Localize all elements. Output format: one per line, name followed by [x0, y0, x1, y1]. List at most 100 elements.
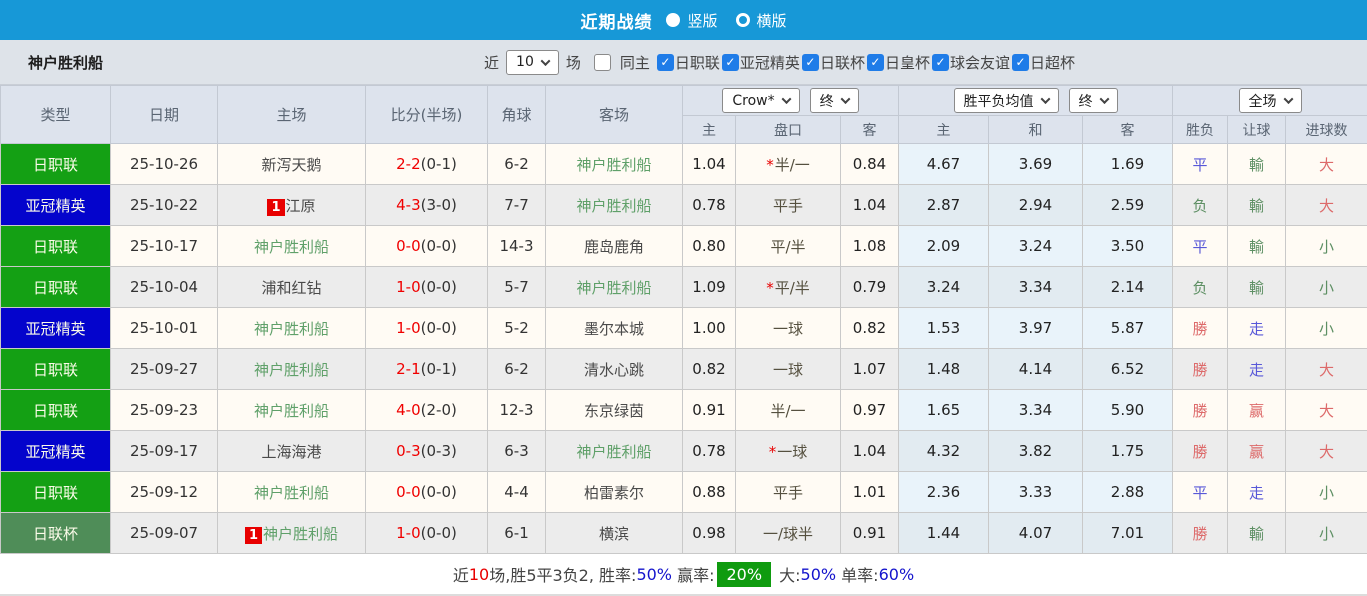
fulltime-score: 4-0 — [396, 401, 421, 419]
recent-count-select[interactable]: 10 — [506, 50, 559, 75]
away-team-name[interactable]: 横滨 — [599, 525, 629, 543]
away-team-cell[interactable]: 柏雷素尔 — [546, 472, 683, 513]
view-option[interactable]: 横版 — [736, 10, 787, 31]
competition-type-label: 日职联 — [33, 279, 78, 297]
away-team-cell[interactable]: 鹿岛鹿角 — [546, 226, 683, 267]
home-team-name[interactable]: 新泻天鹅 — [261, 156, 321, 174]
asian-away-odds: 1.08 — [841, 226, 899, 267]
fulltime-score: 2-2 — [396, 155, 421, 173]
match-row: 日职联 25-10-04 浦和红钻 1-0(0-0) 5-7 神户胜利船 1.0… — [1, 267, 1367, 308]
competition-filter[interactable]: ✓日联杯 — [802, 52, 865, 73]
corners-cell: 7-7 — [488, 185, 546, 226]
summary-segment: 50% — [636, 565, 672, 584]
home-team-name[interactable]: 上海海港 — [261, 443, 321, 461]
checkbox-icon[interactable]: ✓ — [657, 54, 674, 71]
euro-odds-time-select[interactable]: 终 — [1069, 88, 1118, 113]
home-team-name[interactable]: 神户胜利船 — [254, 320, 329, 338]
competition-filter[interactable]: ✓日皇杯 — [867, 52, 930, 73]
home-team-cell[interactable]: 浦和红钻 — [218, 267, 366, 308]
checkbox-icon[interactable]: ✓ — [932, 54, 949, 71]
home-team-cell[interactable]: 神户胜利船 — [218, 472, 366, 513]
same-venue-label[interactable]: 同主 — [620, 52, 650, 73]
score-cell: 2-2(0-1) — [366, 144, 488, 185]
handicap-line-text: 半/一 — [770, 402, 805, 420]
match-row: 日职联 25-09-23 神户胜利船 4-0(2-0) 12-3 东京绿茵 0.… — [1, 390, 1367, 431]
away-team-cell[interactable]: 神户胜利船 — [546, 144, 683, 185]
asian-handicap-line: 平手 — [736, 472, 841, 513]
date-cell: 25-09-12 — [111, 472, 218, 513]
euro-draw-odds: 3.97 — [989, 308, 1083, 349]
home-team-cell[interactable]: 神户胜利船 — [218, 308, 366, 349]
away-team-cell[interactable]: 横滨 — [546, 513, 683, 554]
handicap-line-text: 一球 — [773, 320, 803, 338]
away-team-cell[interactable]: 神户胜利船 — [546, 185, 683, 226]
asian-home-odds: 1.00 — [683, 308, 736, 349]
away-team-name[interactable]: 神户胜利船 — [576, 443, 651, 461]
home-team-cell[interactable]: 神户胜利船 — [218, 349, 366, 390]
home-team-cell[interactable]: 神户胜利船 — [218, 226, 366, 267]
away-team-name[interactable]: 柏雷素尔 — [584, 484, 644, 502]
checkbox-icon[interactable]: ✓ — [722, 54, 739, 71]
away-team-name[interactable]: 鹿岛鹿角 — [584, 238, 644, 256]
home-team-name[interactable]: 江原 — [286, 197, 316, 215]
view-option[interactable]: 竖版 — [666, 10, 717, 31]
match-row: 日联杯 25-09-07 1神户胜利船 1-0(0-0) 6-1 横滨 0.98… — [1, 513, 1367, 554]
competition-filter[interactable]: ✓亚冠精英 — [722, 52, 800, 73]
asian-odds-time-value: 终 — [820, 91, 834, 111]
subheader-result: 胜负 — [1173, 116, 1228, 144]
home-team-name[interactable]: 浦和红钻 — [261, 279, 321, 297]
home-team-name[interactable]: 神户胜利船 — [254, 484, 329, 502]
checkbox-icon[interactable]: ✓ — [1012, 54, 1029, 71]
competition-type-label: 亚冠精英 — [25, 443, 85, 461]
fulltime-score: 1-0 — [396, 319, 421, 337]
home-team-name[interactable]: 神户胜利船 — [254, 402, 329, 420]
away-team-name[interactable]: 东京绿茵 — [584, 402, 644, 420]
home-team-cell[interactable]: 神户胜利船 — [218, 390, 366, 431]
away-team-name[interactable]: 墨尔本城 — [584, 320, 644, 338]
halftime-score: (0-0) — [421, 524, 457, 542]
asian-odds-time-select[interactable]: 终 — [810, 88, 859, 113]
home-team-cell[interactable]: 新泻天鹅 — [218, 144, 366, 185]
competition-filter[interactable]: ✓球会友谊 — [932, 52, 1010, 73]
away-team-cell[interactable]: 墨尔本城 — [546, 308, 683, 349]
handicap-result-cell: 輸 — [1228, 513, 1286, 554]
away-team-name[interactable]: 清水心跳 — [584, 361, 644, 379]
away-team-cell[interactable]: 神户胜利船 — [546, 267, 683, 308]
radio-icon[interactable] — [736, 13, 750, 27]
handicap-line-text: 一/球半 — [763, 525, 813, 543]
away-team-cell[interactable]: 清水心跳 — [546, 349, 683, 390]
home-team-name[interactable]: 神户胜利船 — [263, 525, 338, 543]
euro-odds-select[interactable]: 胜平负均值 — [954, 88, 1059, 113]
summary-segment: 60% — [879, 565, 915, 584]
away-team-cell[interactable]: 神户胜利船 — [546, 431, 683, 472]
away-team-cell[interactable]: 东京绿茵 — [546, 390, 683, 431]
home-team-cell[interactable]: 1神户胜利船 — [218, 513, 366, 554]
euro-away-odds: 6.52 — [1083, 349, 1173, 390]
competition-filter[interactable]: ✓日超杯 — [1012, 52, 1075, 73]
home-team-cell[interactable]: 上海海港 — [218, 431, 366, 472]
checkbox-icon[interactable]: ✓ — [867, 54, 884, 71]
scope-select[interactable]: 全场 — [1239, 88, 1302, 113]
away-team-name[interactable]: 神户胜利船 — [576, 197, 651, 215]
handicap-result-cell: 輸 — [1228, 185, 1286, 226]
odds-company-select[interactable]: Crow* — [722, 88, 799, 113]
score-cell: 4-0(2-0) — [366, 390, 488, 431]
away-team-name[interactable]: 神户胜利船 — [576, 156, 651, 174]
summary-segment: 近 — [453, 562, 469, 586]
away-team-name[interactable]: 神户胜利船 — [576, 279, 651, 297]
home-team-cell[interactable]: 1江原 — [218, 185, 366, 226]
asian-home-odds: 0.88 — [683, 472, 736, 513]
asian-away-odds: 1.04 — [841, 431, 899, 472]
competition-filter-label: 日联杯 — [820, 52, 865, 73]
same-venue-checkbox[interactable] — [594, 54, 611, 71]
radio-icon[interactable] — [666, 13, 680, 27]
euro-home-odds: 1.65 — [899, 390, 989, 431]
home-team-name[interactable]: 神户胜利船 — [254, 361, 329, 379]
euro-home-odds: 1.48 — [899, 349, 989, 390]
date-cell: 25-10-01 — [111, 308, 218, 349]
home-team-name[interactable]: 神户胜利船 — [254, 238, 329, 256]
competition-type-cell: 日职联 — [1, 267, 111, 308]
competition-type-label: 亚冠精英 — [25, 320, 85, 338]
competition-filter[interactable]: ✓日职联 — [657, 52, 720, 73]
checkbox-icon[interactable]: ✓ — [802, 54, 819, 71]
